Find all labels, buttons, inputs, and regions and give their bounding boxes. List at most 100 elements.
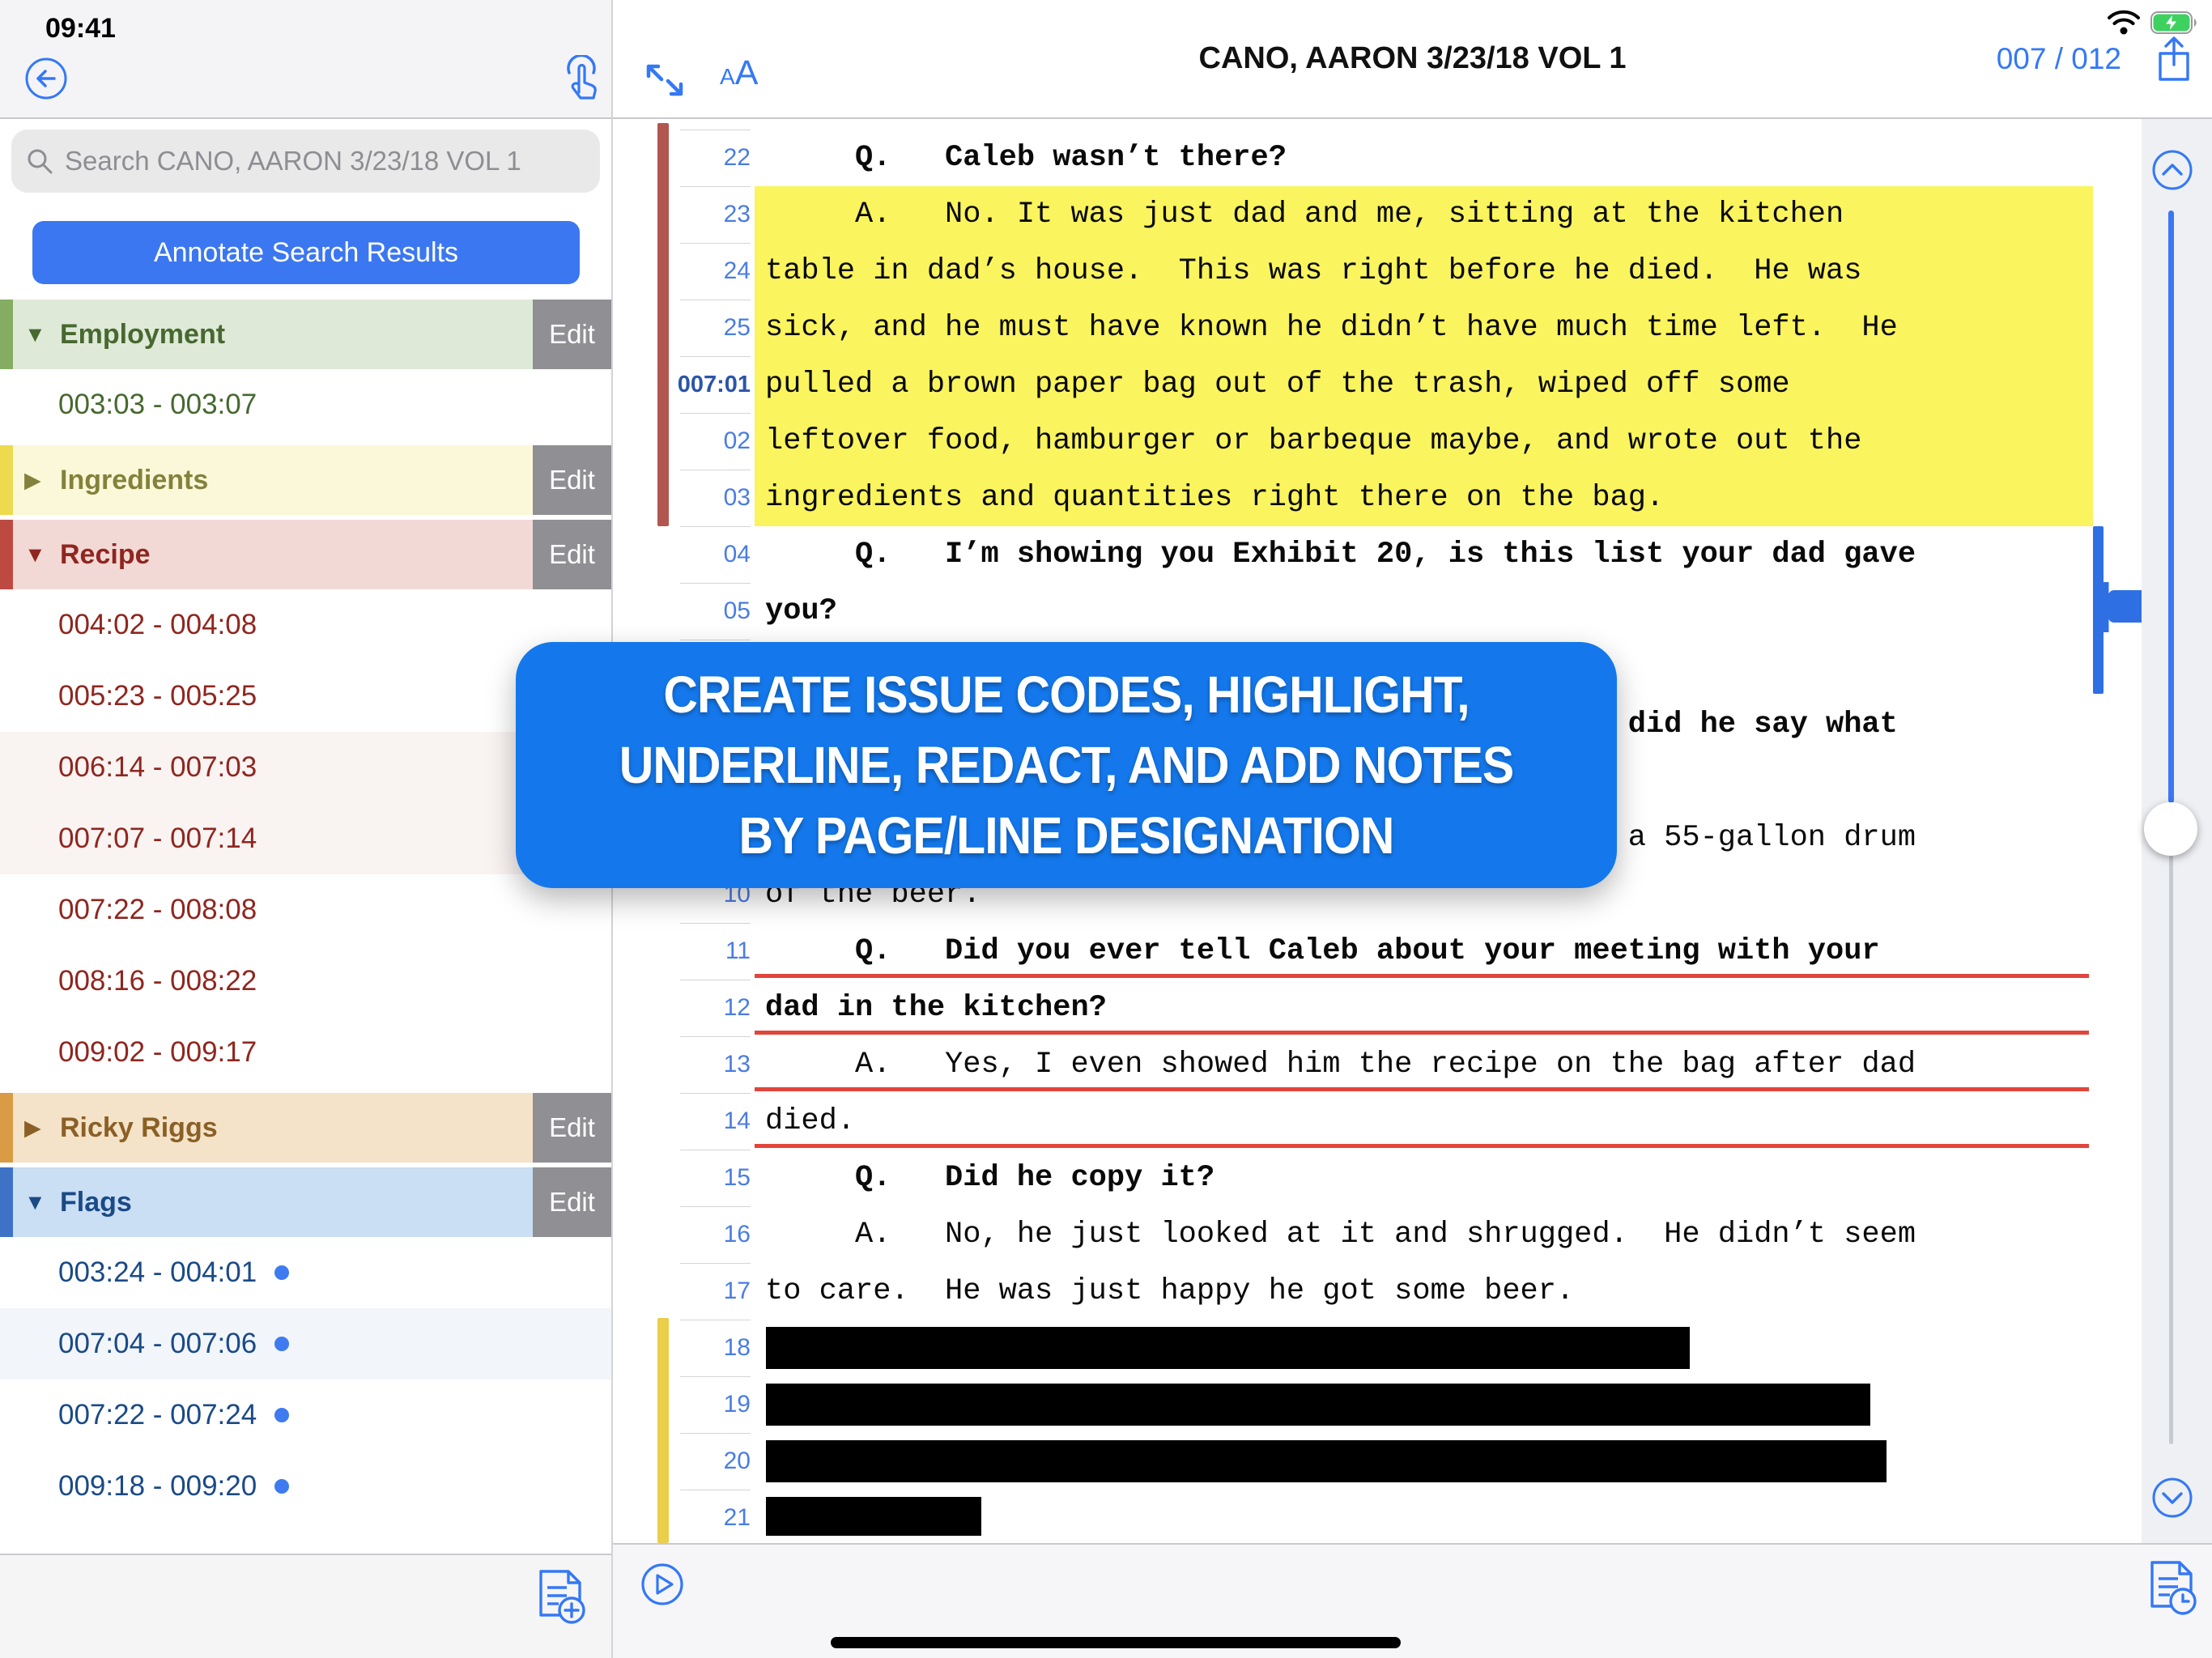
scroll-progress-line: [2168, 210, 2174, 803]
underline-annotation: [755, 1087, 2089, 1091]
designation-label: 009:02 - 009:17: [58, 1036, 257, 1069]
transcript-row[interactable]: 13 A. Yes, I even showed him the recipe …: [613, 1036, 2143, 1093]
designation-row[interactable]: 003:24 - 004:01: [0, 1237, 611, 1308]
line-number: 05: [670, 583, 751, 640]
transcript-row[interactable]: 11 Q. Did you ever tell Caleb about your…: [613, 923, 2143, 980]
edit-button[interactable]: Edit: [533, 1093, 611, 1163]
document-clock-icon[interactable]: [2144, 1559, 2201, 1619]
redaction-bar: [766, 1440, 1887, 1482]
designation-label: 007:22 - 007:24: [58, 1399, 257, 1431]
wifi-icon: [2107, 10, 2141, 36]
page-indicator[interactable]: 007 / 012: [1997, 0, 2121, 117]
designation-label: 006:14 - 007:03: [58, 751, 257, 784]
designation-label: 008:16 - 008:22: [58, 965, 257, 997]
designation-row[interactable]: 007:22 - 007:24: [0, 1380, 611, 1451]
disclosure-collapsed-icon: ▶: [24, 1116, 60, 1141]
transcript-row[interactable]: 21: [613, 1490, 2143, 1543]
section-header-flags[interactable]: ▼FlagsEdit: [0, 1167, 611, 1237]
transcript-row[interactable]: 25sick, and he must have known he didn’t…: [613, 300, 2143, 356]
document-title: CANO, AARON 3/23/18 VOL 1: [613, 0, 2212, 117]
designation-row[interactable]: 003:03 - 003:07: [0, 369, 611, 440]
designation-label: 007:04 - 007:06: [58, 1328, 257, 1360]
scroll-thumb[interactable]: [2144, 802, 2197, 856]
designation-label: 009:18 - 009:20: [58, 1470, 257, 1503]
edit-button[interactable]: Edit: [533, 445, 611, 515]
line-number: 25: [670, 300, 751, 356]
line-number: 18: [670, 1320, 751, 1376]
edit-button[interactable]: Edit: [533, 520, 611, 589]
edit-button[interactable]: Edit: [533, 300, 611, 369]
line-text: table in dad’s house. This was right bef…: [765, 243, 1861, 300]
play-icon: [640, 1562, 684, 1606]
edit-button[interactable]: Edit: [533, 1167, 611, 1237]
designation-label: 003:03 - 003:07: [58, 389, 257, 421]
transcript-row[interactable]: 02leftover food, hamburger or barbeque m…: [613, 413, 2143, 470]
designation-label: 003:24 - 004:01: [58, 1256, 257, 1289]
line-text: to care. He was just happy he got some b…: [765, 1263, 1574, 1320]
transcript-row[interactable]: 03ingredients and quantities right there…: [613, 470, 2143, 526]
transcript-row[interactable]: 18: [613, 1320, 2143, 1376]
designation-row[interactable]: 004:02 - 004:08: [0, 589, 611, 661]
banner-line: BY PAGE/LINE DESIGNATION: [559, 801, 1572, 871]
home-indicator[interactable]: [831, 1637, 1401, 1648]
designation-row[interactable]: 007:04 - 007:06: [0, 1308, 611, 1380]
line-text: sick, and he must have known he didn’t h…: [765, 300, 1898, 356]
line-text: A. No, he just looked at it and shrugged…: [765, 1206, 1916, 1263]
transcript-row[interactable]: 20: [613, 1433, 2143, 1490]
transcript-row[interactable]: 24table in dad’s house. This was right b…: [613, 243, 2143, 300]
transcript-row[interactable]: 15 Q. Did he copy it?: [613, 1150, 2143, 1206]
line-number: 02: [670, 413, 751, 470]
share-icon: [2154, 34, 2194, 84]
scroll-up-button[interactable]: [2150, 148, 2194, 192]
transcript-row[interactable]: 16 A. No, he just looked at it and shrug…: [613, 1206, 2143, 1263]
designation-row[interactable]: 007:22 - 008:08: [0, 874, 611, 946]
designation-label: 007:22 - 008:08: [58, 894, 257, 926]
transcript-row[interactable]: 22 Q. Caleb wasn’t there?: [613, 130, 2143, 186]
line-number: 11: [670, 923, 751, 980]
line-text: you?: [765, 583, 837, 640]
transcript-app: 09:41: [0, 0, 2212, 1658]
redaction-bar: [766, 1327, 1690, 1369]
share-button[interactable]: [2154, 34, 2194, 84]
designation-row[interactable]: 009:18 - 009:20: [0, 1451, 611, 1522]
line-text: pulled a brown paper bag out of the tras…: [765, 356, 1790, 413]
transcript-row[interactable]: 23 A. No. It was just dad and me, sittin…: [613, 186, 2143, 243]
scrollbar[interactable]: [2142, 119, 2212, 1543]
scroll-track-line: [2169, 856, 2173, 1444]
play-button[interactable]: [640, 1562, 684, 1606]
flag-dot: [274, 1479, 289, 1494]
banner-line: CREATE ISSUE CODES, HIGHLIGHT,: [559, 660, 1572, 730]
transcript-row[interactable]: 19: [613, 1376, 2143, 1433]
transcript-row[interactable]: 007:01pulled a brown paper bag out of th…: [613, 356, 2143, 413]
section-header-employment[interactable]: ▼EmploymentEdit: [0, 300, 611, 369]
line-number: 19: [670, 1376, 751, 1433]
section-label: Ricky Riggs: [60, 1112, 218, 1144]
line-number: 23: [670, 186, 751, 243]
transcript-row[interactable]: 17to care. He was just happy he got some…: [613, 1263, 2143, 1320]
transcript-row[interactable]: 05you?: [613, 583, 2143, 640]
line-number: 04: [670, 526, 751, 583]
designation-row[interactable]: 008:16 - 008:22: [0, 946, 611, 1017]
designation-row[interactable]: 009:02 - 009:17: [0, 1017, 611, 1088]
section-header-recipe[interactable]: ▼RecipeEdit: [0, 520, 611, 589]
line-number: 16: [670, 1206, 751, 1263]
transcript-row[interactable]: 14died.: [613, 1093, 2143, 1150]
line-number: 13: [670, 1036, 751, 1093]
promo-banner: CREATE ISSUE CODES, HIGHLIGHT, UNDERLINE…: [516, 642, 1617, 888]
document-add-icon[interactable]: [533, 1568, 589, 1628]
main-header: AA CANO, AARON 3/23/18 VOL 1 007 / 012: [613, 0, 2212, 119]
banner-line: UNDERLINE, REDACT, AND ADD NOTES: [559, 730, 1572, 801]
section-label: Employment: [60, 319, 225, 351]
section-header-ingredients[interactable]: ▶IngredientsEdit: [0, 445, 611, 515]
redaction-bar: [766, 1384, 1870, 1426]
line-text: Q. Did you ever tell Caleb about your me…: [765, 923, 1880, 980]
line-text: leftover food, hamburger or barbeque may…: [765, 413, 1861, 470]
section-header-ricky-riggs[interactable]: ▶Ricky Riggs Edit: [0, 1093, 611, 1163]
transcript-row[interactable]: 12dad in the kitchen?: [613, 980, 2143, 1036]
sidebar-toolbar: [0, 1554, 611, 1658]
line-number: 15: [670, 1150, 751, 1206]
transcript-row[interactable]: 04 Q. I’m showing you Exhibit 20, is thi…: [613, 526, 2143, 583]
scroll-down-button[interactable]: [2150, 1476, 2194, 1520]
line-text: A. Yes, I even showed him the recipe on …: [765, 1036, 1916, 1093]
line-number: 12: [670, 980, 751, 1036]
